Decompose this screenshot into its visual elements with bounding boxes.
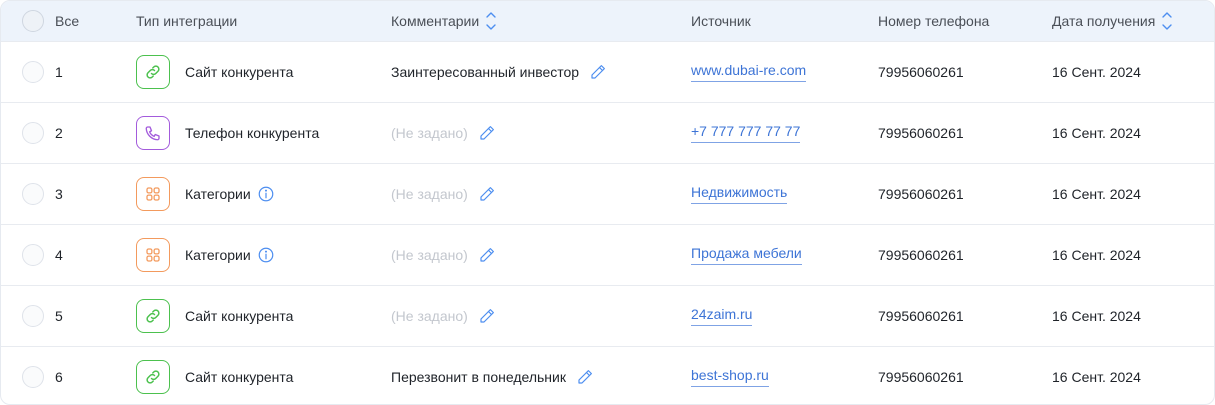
row-select-radio[interactable] bbox=[22, 305, 44, 327]
link-icon bbox=[136, 55, 170, 89]
sort-icon[interactable] bbox=[1161, 9, 1173, 33]
row-select-radio[interactable] bbox=[22, 122, 44, 144]
phone-number: 79956060261 bbox=[878, 369, 964, 385]
phone-number: 79956060261 bbox=[878, 64, 964, 80]
received-date: 16 Сент. 2024 bbox=[1052, 308, 1141, 324]
column-header-source: Источник bbox=[691, 13, 751, 29]
info-icon[interactable] bbox=[257, 185, 275, 203]
row-number: 2 bbox=[55, 125, 63, 141]
table-row[interactable]: 3 Категории (Не задано) Недвижимость 799… bbox=[1, 163, 1214, 224]
row-select-radio[interactable] bbox=[22, 61, 44, 83]
received-date: 16 Сент. 2024 bbox=[1052, 64, 1141, 80]
integration-type: Телефон конкурента bbox=[185, 125, 320, 141]
edit-icon[interactable] bbox=[478, 185, 496, 203]
comment-text: (Не задано) bbox=[391, 308, 468, 324]
table-row[interactable]: 4 Категории (Не задано) Продажа мебели 7… bbox=[1, 224, 1214, 285]
integrations-table: Все Тип интеграции Комментарии Источник … bbox=[0, 0, 1215, 405]
source-link[interactable]: 24zaim.ru bbox=[691, 306, 753, 326]
select-all-radio[interactable] bbox=[22, 10, 44, 32]
source-link[interactable]: Недвижимость bbox=[691, 184, 788, 204]
grid-icon bbox=[136, 238, 170, 272]
column-header-type: Тип интеграции bbox=[136, 13, 238, 29]
row-number: 6 bbox=[55, 369, 63, 385]
table-header: Все Тип интеграции Комментарии Источник … bbox=[1, 1, 1214, 41]
info-icon[interactable] bbox=[257, 246, 275, 264]
column-header-date[interactable]: Дата получения bbox=[1052, 1, 1173, 41]
edit-icon[interactable] bbox=[478, 246, 496, 264]
grid-icon bbox=[136, 177, 170, 211]
source-link[interactable]: best-shop.ru bbox=[691, 367, 769, 387]
received-date: 16 Сент. 2024 bbox=[1052, 369, 1141, 385]
row-select-radio[interactable] bbox=[22, 183, 44, 205]
phone-icon bbox=[136, 116, 170, 150]
integration-type: Категории bbox=[185, 186, 251, 202]
table-row[interactable]: 2 Телефон конкурента (Не задано) +7 777 … bbox=[1, 102, 1214, 163]
link-icon bbox=[136, 299, 170, 333]
column-header-comment-label: Комментарии bbox=[391, 13, 480, 29]
phone-number: 79956060261 bbox=[878, 186, 964, 202]
column-header-date-label: Дата получения bbox=[1052, 13, 1156, 29]
received-date: 16 Сент. 2024 bbox=[1052, 186, 1141, 202]
phone-number: 79956060261 bbox=[878, 247, 964, 263]
link-icon bbox=[136, 360, 170, 394]
row-number: 4 bbox=[55, 247, 63, 263]
integration-type: Сайт конкурента bbox=[185, 308, 294, 324]
edit-icon[interactable] bbox=[478, 307, 496, 325]
edit-icon[interactable] bbox=[576, 368, 594, 386]
received-date: 16 Сент. 2024 bbox=[1052, 247, 1141, 263]
phone-number: 79956060261 bbox=[878, 125, 964, 141]
column-header-comment[interactable]: Комментарии bbox=[391, 1, 497, 41]
integration-type: Сайт конкурента bbox=[185, 64, 294, 80]
comment-text: (Не задано) bbox=[391, 186, 468, 202]
source-link[interactable]: Продажа мебели bbox=[691, 245, 802, 265]
table-row[interactable]: 6 Сайт конкурента Перезвонит в понедельн… bbox=[1, 346, 1214, 404]
source-link[interactable]: +7 777 777 77 77 bbox=[691, 123, 801, 143]
row-number: 5 bbox=[55, 308, 63, 324]
integration-type: Категории bbox=[185, 247, 251, 263]
received-date: 16 Сент. 2024 bbox=[1052, 125, 1141, 141]
integration-type: Сайт конкурента bbox=[185, 369, 294, 385]
comment-text: (Не задано) bbox=[391, 125, 468, 141]
comment-text: (Не задано) bbox=[391, 247, 468, 263]
edit-icon[interactable] bbox=[589, 63, 607, 81]
row-number: 1 bbox=[55, 64, 63, 80]
select-all-label: Все bbox=[55, 13, 80, 29]
row-select-radio[interactable] bbox=[22, 366, 44, 388]
row-number: 3 bbox=[55, 186, 63, 202]
source-link[interactable]: www.dubai-re.com bbox=[691, 62, 807, 82]
table-row[interactable]: 5 Сайт конкурента (Не задано) 24zaim.ru … bbox=[1, 285, 1214, 346]
row-select-radio[interactable] bbox=[22, 244, 44, 266]
edit-icon[interactable] bbox=[478, 124, 496, 142]
column-header-phone: Номер телефона bbox=[878, 13, 990, 29]
phone-number: 79956060261 bbox=[878, 308, 964, 324]
comment-text: Перезвонит в понедельник bbox=[391, 369, 566, 385]
table-row[interactable]: 1 Сайт конкурента Заинтересованный инвес… bbox=[1, 41, 1214, 102]
sort-icon[interactable] bbox=[485, 9, 497, 33]
comment-text: Заинтересованный инвестор bbox=[391, 64, 580, 80]
